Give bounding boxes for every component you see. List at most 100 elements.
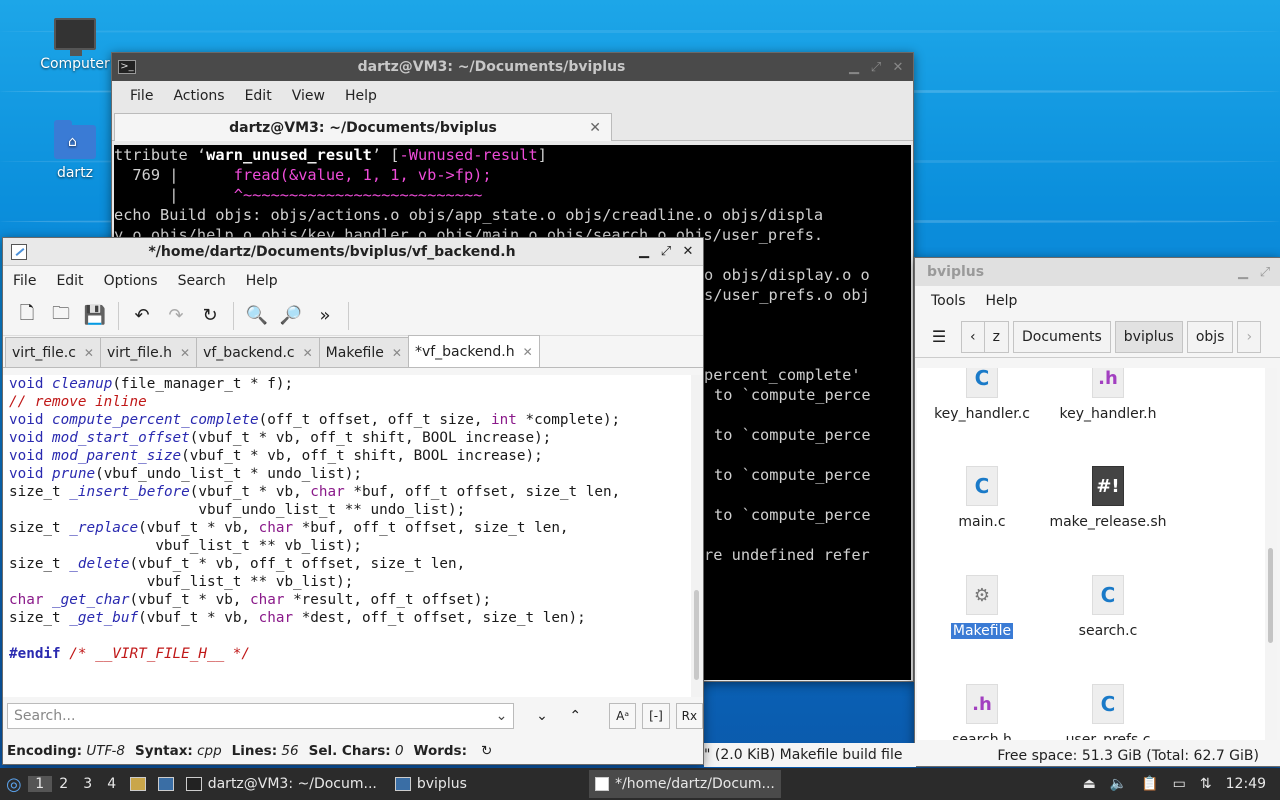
redo-icon[interactable]: ↷ [162,302,190,330]
fm-scrollbar[interactable] [1265,368,1277,740]
list-view-icon[interactable]: ☰ [921,327,957,346]
search-row: Search... ⌄ ⌄ ⌃ Aᵃ [-] Rx [3,698,703,734]
status-syntax: cpp [197,743,222,759]
file-item[interactable]: .h key_handler.h [1043,368,1173,422]
eject-icon[interactable]: ⏏ [1083,776,1096,792]
fm-titlebar[interactable]: bviplus ▁ ⤢ [915,258,1280,286]
refresh-word-count-icon[interactable]: ↻ [481,743,492,759]
menu-help[interactable]: Help [335,88,387,104]
close-tab-icon[interactable]: ✕ [523,345,533,359]
file-name: Makefile [950,623,1014,639]
show-desktop-icon[interactable] [152,768,180,800]
menu-options[interactable]: Options [94,273,168,289]
more-icon[interactable]: » [311,302,339,330]
file-item-selected[interactable]: ⚙ Makefile [917,575,1047,639]
menu-search[interactable]: Search [168,273,236,289]
clipboard-icon[interactable]: 📋 [1141,776,1158,792]
menu-help[interactable]: Help [976,293,1028,309]
clock[interactable]: 12:49 [1226,776,1266,792]
editor-icon [594,777,610,791]
menu-file[interactable]: File [120,88,163,104]
new-document-icon[interactable]: 🗋 [13,302,41,330]
editor-scrollbar[interactable] [691,375,703,697]
match-case-button[interactable]: Aᵃ [608,703,637,729]
minimize-icon[interactable]: ▁ [847,60,861,75]
path-segment-current[interactable]: bviplus [1114,320,1183,353]
minimize-icon[interactable]: ▁ [1236,265,1250,280]
whole-word-button[interactable]: [-] [642,703,670,729]
scrollbar-thumb[interactable] [694,590,699,680]
editor-window[interactable]: */home/dartz/Documents/bviplus/vf_backen… [2,237,704,765]
reload-icon[interactable]: ↻ [196,302,224,330]
task-editor[interactable]: */home/dartz/Docum... [588,770,781,798]
minimize-icon[interactable]: ▁ [637,244,651,259]
menu-tools[interactable]: Tools [921,293,976,309]
close-icon[interactable]: ✕ [681,244,695,259]
display-icon[interactable]: ▭ [1173,776,1186,792]
tab-vf-backend-h[interactable]: *vf_backend.h ✕ [407,335,540,367]
close-icon[interactable]: ✕ [891,60,905,75]
menu-file[interactable]: File [3,273,46,289]
search-input[interactable]: Search... ⌄ [7,703,515,729]
find-previous-icon[interactable]: ⌃ [562,703,589,729]
open-folder-icon[interactable]: 🗀 [47,302,75,330]
file-item[interactable]: C search.c [1043,575,1173,639]
tab-vf-backend-c[interactable]: vf_backend.c ✕ [196,337,320,367]
terminal-tab[interactable]: dartz@VM3: ~/Documents/bviplus ✕ [114,113,612,141]
maximize-icon[interactable]: ⤢ [1258,265,1272,280]
menu-view[interactable]: View [282,88,335,104]
tab-virt-file-c[interactable]: virt_file.c ✕ [5,337,101,367]
save-icon[interactable]: 💾 [81,302,109,330]
task-file-manager[interactable]: bviplus [389,770,473,798]
file-name: user_prefs.c [1065,732,1151,740]
path-segment[interactable]: z [983,320,1009,353]
maximize-icon[interactable]: ⤢ [659,244,673,259]
file-item[interactable]: .h search.h [917,684,1047,740]
maximize-icon[interactable]: ⤢ [869,60,883,75]
find-replace-icon[interactable]: 🔎 [277,302,305,330]
path-segment[interactable]: objs [1186,320,1234,353]
path-forward-button[interactable]: › [1237,320,1262,353]
close-tab-icon[interactable]: ✕ [84,346,94,360]
regex-button[interactable]: Rx [675,703,703,729]
file-icon-grid[interactable]: C key_handler.c .h key_handler.h C main.… [917,368,1265,740]
close-tab-icon[interactable]: ✕ [180,346,190,360]
close-tab-icon[interactable]: ✕ [303,346,313,360]
scrollbar-thumb[interactable] [1268,548,1273,643]
network-icon[interactable]: ⇅ [1200,776,1212,792]
menu-edit[interactable]: Edit [46,273,93,289]
menu-edit[interactable]: Edit [235,88,282,104]
volume-icon[interactable]: 🔈 [1110,776,1127,792]
find-icon[interactable]: 🔍 [243,302,271,330]
start-menu-icon[interactable]: ◎ [0,768,28,800]
file-manager-window[interactable]: bviplus ▁ ⤢ Tools Help ☰ ‹ z Documents b… [914,257,1280,767]
tab-virt-file-h[interactable]: virt_file.h ✕ [99,337,198,367]
menu-actions[interactable]: Actions [163,88,234,104]
workspace-2[interactable]: 2 [52,776,76,792]
path-segment[interactable]: Documents [1012,320,1111,353]
tab-makefile[interactable]: Makefile ✕ [318,337,409,367]
chevron-down-icon[interactable]: ⌄ [496,708,508,724]
file-item[interactable]: C key_handler.c [917,368,1047,422]
workspace-4[interactable]: 4 [100,776,124,792]
editor-titlebar[interactable]: */home/dartz/Documents/bviplus/vf_backen… [3,238,703,266]
code-editor[interactable]: void cleanup(file_manager_t * f); // rem… [3,375,691,697]
file-item[interactable]: #! make_release.sh [1043,466,1173,530]
desktop-icon-computer[interactable]: Computer [40,18,110,72]
workspace-1[interactable]: 1 [27,776,52,792]
file-manager-launcher-icon[interactable] [124,768,152,800]
desktop-icon-home[interactable]: ⌂ dartz [40,120,110,181]
find-next-icon[interactable]: ⌄ [528,703,555,729]
workspace-3[interactable]: 3 [76,776,100,792]
file-item[interactable]: C main.c [917,466,1047,530]
status-lines: 56 [281,743,299,759]
close-tab-icon[interactable]: ✕ [392,346,402,360]
path-back-button[interactable]: ‹ [961,320,985,353]
task-terminal[interactable]: dartz@VM3: ~/Docum... [180,770,383,798]
file-item[interactable]: C user_prefs.c [1043,684,1173,740]
menu-help[interactable]: Help [236,273,288,289]
undo-icon[interactable]: ↶ [128,302,156,330]
terminal-titlebar[interactable]: >_ dartz@VM3: ~/Documents/bviplus ▁ ⤢ ✕ [112,53,913,81]
close-tab-icon[interactable]: ✕ [589,120,601,136]
terminal-tab-label: dartz@VM3: ~/Documents/bviplus [229,119,497,136]
